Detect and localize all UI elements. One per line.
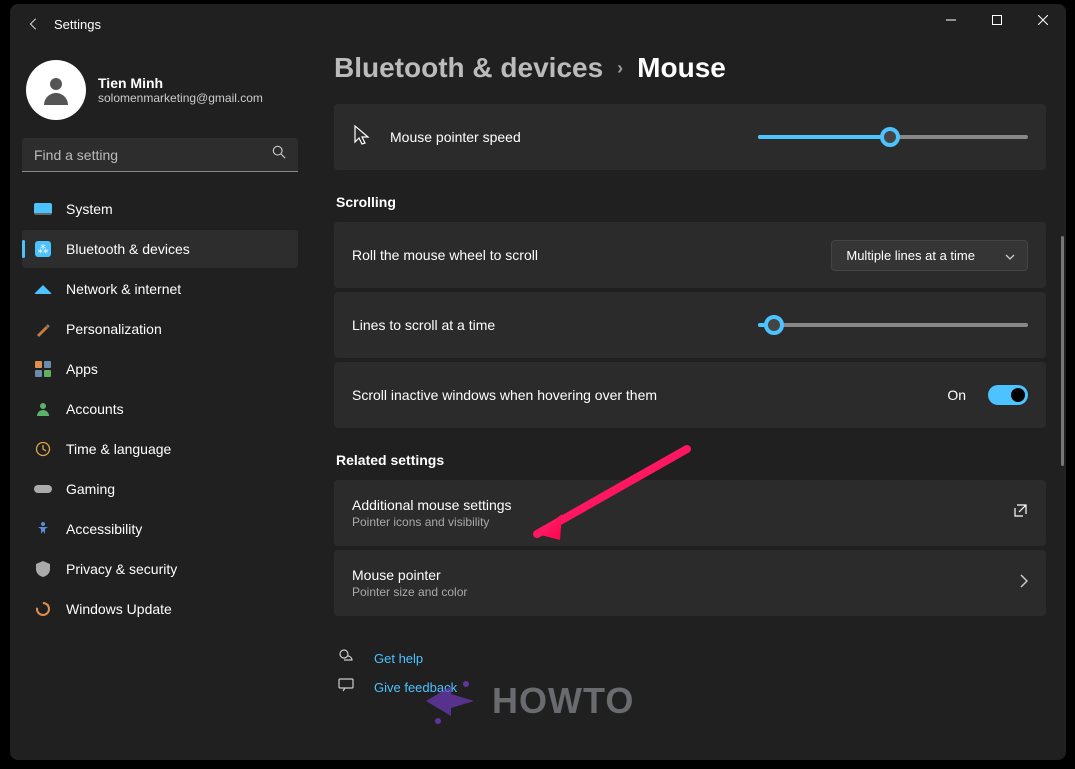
accessibility-icon — [34, 521, 52, 537]
feedback-row[interactable]: Give feedback — [334, 677, 1046, 698]
chevron-down-icon — [1005, 248, 1015, 263]
chevron-right-icon — [1020, 574, 1028, 593]
sidebar-item-label: Apps — [66, 361, 98, 377]
person-icon — [38, 72, 74, 108]
setting-title: Mouse pointer — [352, 567, 1020, 583]
sidebar-item-system[interactable]: System — [22, 190, 298, 228]
sidebar-item-time[interactable]: Time & language — [22, 430, 298, 468]
sidebar-item-label: Time & language — [66, 441, 171, 457]
scrolling-header: Scrolling — [336, 194, 1046, 210]
display-icon — [34, 203, 52, 215]
sidebar-item-label: Accessibility — [66, 521, 142, 537]
maximize-button[interactable] — [974, 4, 1020, 36]
close-button[interactable] — [1020, 4, 1066, 36]
additional-mouse-settings-row[interactable]: Additional mouse settings Pointer icons … — [334, 480, 1046, 546]
lines-scroll-slider[interactable] — [758, 323, 1028, 327]
main-content: Bluetooth & devices › Mouse Mouse pointe… — [310, 44, 1066, 760]
open-external-icon — [1013, 503, 1028, 523]
profile-block[interactable]: Tien Minh solomenmarketing@gmail.com — [22, 52, 298, 134]
setting-label: Mouse pointer speed — [390, 129, 758, 145]
inactive-scroll-row: Scroll inactive windows when hovering ov… — [334, 362, 1046, 428]
setting-label: Roll the mouse wheel to scroll — [352, 247, 831, 263]
sidebar-item-label: Bluetooth & devices — [66, 241, 190, 257]
sidebar-item-bluetooth[interactable]: ⁂ Bluetooth & devices — [22, 230, 298, 268]
sidebar-item-label: Windows Update — [66, 601, 172, 617]
sidebar: Tien Minh solomenmarketing@gmail.com Sys… — [10, 44, 310, 760]
pointer-speed-slider[interactable] — [758, 135, 1028, 139]
breadcrumb: Bluetooth & devices › Mouse — [334, 52, 1046, 84]
profile-email: solomenmarketing@gmail.com — [98, 91, 263, 105]
setting-sub: Pointer size and color — [352, 585, 1020, 599]
sidebar-item-label: Gaming — [66, 481, 115, 497]
roll-wheel-row: Roll the mouse wheel to scroll Multiple … — [334, 222, 1046, 288]
apps-icon — [34, 361, 52, 377]
feedback-link[interactable]: Give feedback — [374, 680, 457, 695]
feedback-icon — [338, 677, 358, 698]
sidebar-item-label: Network & internet — [66, 281, 181, 297]
nav-list: System ⁂ Bluetooth & devices Network & i… — [22, 190, 298, 628]
bluetooth-icon: ⁂ — [34, 241, 52, 257]
toggle-state-label: On — [947, 387, 966, 403]
gamepad-icon — [34, 483, 52, 495]
breadcrumb-current: Mouse — [637, 52, 726, 84]
sidebar-item-apps[interactable]: Apps — [22, 350, 298, 388]
sidebar-item-network[interactable]: Network & internet — [22, 270, 298, 308]
sidebar-item-label: Accounts — [66, 401, 124, 417]
inactive-scroll-toggle[interactable] — [988, 385, 1028, 405]
profile-name: Tien Minh — [98, 75, 263, 91]
get-help-row[interactable]: Get help — [334, 648, 1046, 669]
setting-sub: Pointer icons and visibility — [352, 515, 1013, 529]
scrollbar[interactable] — [1061, 236, 1064, 466]
mouse-pointer-row[interactable]: Mouse pointer Pointer size and color — [334, 550, 1046, 616]
shield-icon — [34, 561, 52, 577]
settings-window: Settings Tien Minh solomenmarketing@gmai… — [10, 4, 1066, 760]
minimize-button[interactable] — [928, 4, 974, 36]
help-icon — [338, 648, 358, 669]
search-input[interactable] — [34, 147, 272, 163]
search-box[interactable] — [22, 138, 298, 172]
breadcrumb-parent[interactable]: Bluetooth & devices — [334, 52, 603, 84]
sidebar-item-gaming[interactable]: Gaming — [22, 470, 298, 508]
wifi-icon — [34, 285, 52, 294]
person-icon — [34, 401, 52, 417]
window-controls — [928, 4, 1066, 36]
dropdown-value: Multiple lines at a time — [846, 248, 975, 263]
clock-icon — [34, 441, 52, 457]
avatar — [26, 60, 86, 120]
sidebar-item-label: Privacy & security — [66, 561, 177, 577]
cursor-icon — [352, 124, 380, 151]
help-link[interactable]: Get help — [374, 651, 423, 666]
search-icon — [272, 145, 286, 164]
chevron-right-icon: › — [617, 58, 623, 79]
setting-title: Additional mouse settings — [352, 497, 1013, 513]
related-header: Related settings — [336, 452, 1046, 468]
pointer-speed-row: Mouse pointer speed — [334, 104, 1046, 170]
setting-label: Scroll inactive windows when hovering ov… — [352, 387, 947, 403]
brush-icon — [34, 321, 52, 337]
sidebar-item-label: System — [66, 201, 113, 217]
back-button[interactable] — [14, 17, 54, 31]
sidebar-item-personalization[interactable]: Personalization — [22, 310, 298, 348]
sidebar-item-privacy[interactable]: Privacy & security — [22, 550, 298, 588]
setting-label: Lines to scroll at a time — [352, 317, 758, 333]
sidebar-item-label: Personalization — [66, 321, 162, 337]
window-title: Settings — [54, 17, 101, 32]
update-icon — [34, 601, 52, 617]
lines-scroll-row: Lines to scroll at a time — [334, 292, 1046, 358]
sidebar-item-accounts[interactable]: Accounts — [22, 390, 298, 428]
sidebar-item-accessibility[interactable]: Accessibility — [22, 510, 298, 548]
search — [22, 138, 298, 172]
arrow-left-icon — [27, 17, 41, 31]
titlebar: Settings — [10, 4, 1066, 44]
roll-wheel-dropdown[interactable]: Multiple lines at a time — [831, 240, 1028, 271]
sidebar-item-update[interactable]: Windows Update — [22, 590, 298, 628]
